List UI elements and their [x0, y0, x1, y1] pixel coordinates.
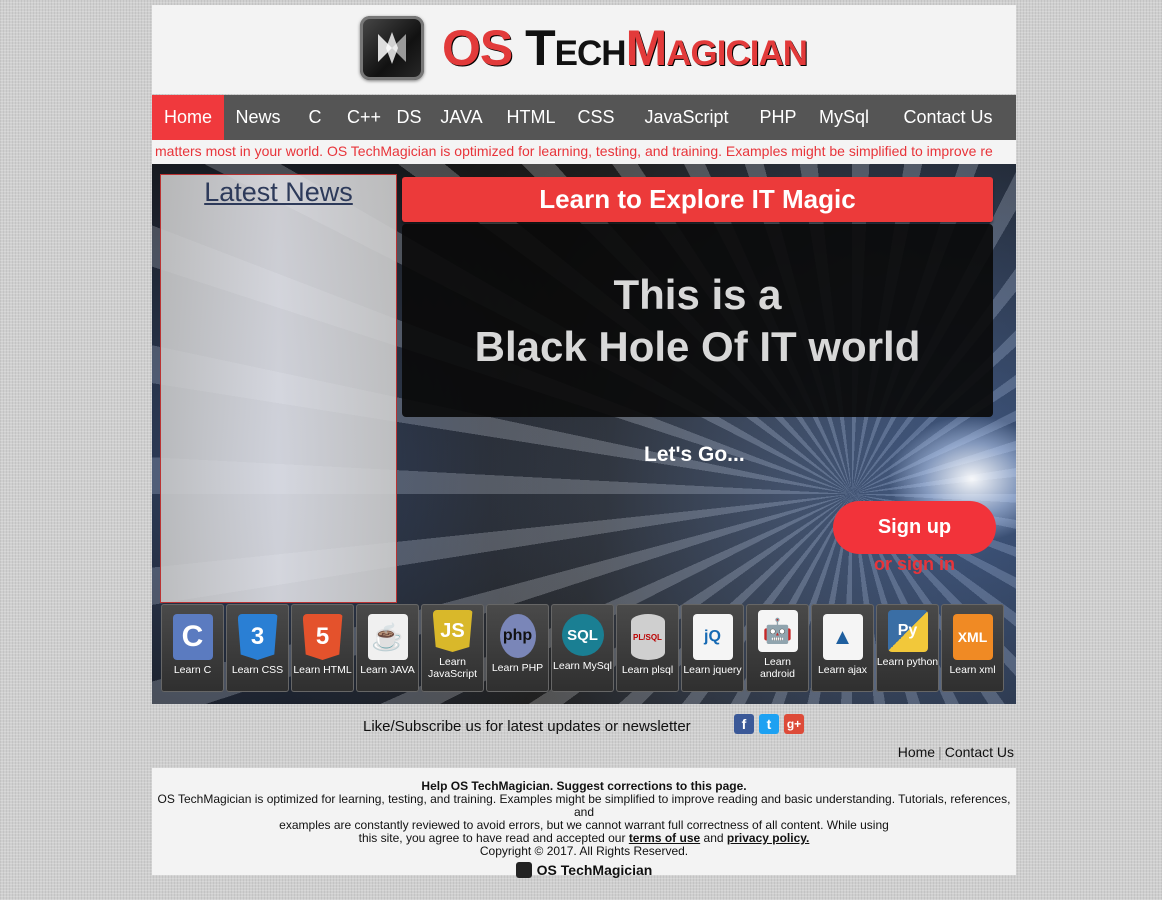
site-footer: Help OS TechMagician. Suggest correction… — [152, 768, 1016, 878]
nav-java[interactable]: JAVA — [428, 95, 495, 140]
nav-javascript[interactable]: JavaScript — [625, 95, 748, 140]
privacy-policy-link[interactable]: privacy policy. — [727, 831, 809, 845]
course-label: Learn MySql — [553, 660, 612, 672]
hero-banner: Learn to Explore IT Magic — [402, 177, 993, 222]
c-icon: C — [172, 614, 213, 660]
course-label: Learn ajax — [817, 664, 868, 676]
ticker-text: matters most in your world. OS TechMagic… — [155, 143, 993, 159]
footer-home-link[interactable]: Home — [898, 744, 935, 760]
js-icon: JS — [432, 610, 473, 652]
sign-up-button[interactable]: Sign up — [833, 501, 996, 554]
course-label: Learn plsql — [621, 664, 674, 676]
site-logo[interactable]: OS TechMagician — [360, 16, 808, 80]
jquery-icon: jQ — [692, 614, 733, 660]
python-icon: Py — [887, 610, 928, 652]
news-ticker: matters most in your world. OS TechMagic… — [152, 140, 1016, 164]
course-label: Learn android — [759, 656, 796, 680]
lets-go-text: Let's Go... — [644, 443, 745, 466]
course-label: Learn HTML — [293, 664, 352, 676]
course-label: Learn CSS — [231, 664, 284, 676]
php-icon: php — [499, 614, 536, 658]
java-icon: ☕ — [367, 614, 408, 660]
course-label: Learn xml — [949, 664, 996, 676]
footer-contact-link[interactable]: Contact Us — [945, 744, 1014, 760]
footer-logo: OS TechMagician — [152, 862, 1016, 878]
course-tile-jquery[interactable]: jQ Learn jquery — [681, 604, 744, 692]
nav-c[interactable]: C — [292, 95, 338, 140]
xml-icon: XML — [952, 614, 993, 660]
nav-php[interactable]: PHP — [748, 95, 808, 140]
course-label: Learn JavaScript — [427, 656, 478, 680]
logo-os: OS — [442, 20, 526, 76]
footer-link-separator: | — [938, 744, 942, 760]
ajax-icon: ▲ — [822, 614, 863, 660]
hero-section: Latest News Learn to Explore IT Magic Th… — [152, 164, 1016, 704]
nav-contact-us[interactable]: Contact Us — [880, 95, 1016, 140]
social-text: Like/Subscribe us for latest updates or … — [363, 718, 691, 735]
course-tile-xml[interactable]: XML Learn xml — [941, 604, 1004, 692]
course-tile-php[interactable]: php Learn PHP — [486, 604, 549, 692]
logo-text: OS TechMagician — [442, 20, 808, 76]
plsql-icon: PL/SQL — [630, 614, 665, 660]
nav-html[interactable]: HTML — [495, 95, 567, 140]
nav-home[interactable]: Home — [152, 95, 224, 140]
footer-logo-icon — [515, 862, 532, 878]
course-label: Learn jquery — [683, 664, 742, 676]
course-tile-mysql[interactable]: SQL Learn MySql — [551, 604, 614, 692]
latest-news-title[interactable]: Latest News — [161, 177, 396, 208]
course-strip: C Learn C 3 Learn CSS 5 Learn HTML ☕ Lea… — [161, 604, 1006, 694]
course-label: Learn python — [876, 656, 939, 668]
nav-mysql[interactable]: MySql — [808, 95, 880, 140]
social-bar: Like/Subscribe us for latest updates or … — [152, 704, 1016, 744]
hero-line-1: This is a — [613, 270, 782, 318]
course-tile-javascript[interactable]: JS Learn JavaScript — [421, 604, 484, 692]
page-container: OS TechMagician Home News C C++ DS JAVA … — [152, 5, 1016, 878]
course-tile-css[interactable]: 3 Learn CSS — [226, 604, 289, 692]
logo-mark-icon — [360, 16, 424, 80]
hero-line-2: Black Hole Of IT world — [474, 322, 921, 370]
sql-icon: SQL — [561, 614, 604, 656]
course-tile-android[interactable]: 🤖 Learn android — [746, 604, 809, 692]
nav-css[interactable]: CSS — [567, 95, 625, 140]
terms-of-use-link[interactable]: terms of use — [629, 831, 700, 845]
hero-headline-box: This is a Black Hole Of IT world — [402, 224, 993, 417]
logo-magician: Magician — [625, 20, 808, 76]
nav-news[interactable]: News — [224, 95, 292, 140]
nav-ds[interactable]: DS — [390, 95, 428, 140]
footer-links: Home | Contact Us — [152, 744, 1016, 760]
course-tile-html[interactable]: 5 Learn HTML — [291, 604, 354, 692]
site-header: OS TechMagician — [152, 5, 1016, 94]
css3-icon: 3 — [237, 614, 278, 660]
google-plus-icon[interactable]: g+ — [784, 714, 804, 734]
footer-copyright: Copyright © 2017. All Rights Reserved. — [479, 844, 689, 858]
course-tile-java[interactable]: ☕ Learn JAVA — [356, 604, 419, 692]
nav-cpp[interactable]: C++ — [338, 95, 390, 140]
course-label: Learn JAVA — [360, 664, 415, 676]
course-label: Learn PHP — [491, 662, 544, 674]
course-tile-plsql[interactable]: PL/SQL Learn plsql — [616, 604, 679, 692]
facebook-icon[interactable]: f — [734, 714, 754, 734]
course-label: Learn C — [173, 664, 212, 676]
sign-in-link[interactable]: or sign in — [874, 554, 955, 575]
course-tile-ajax[interactable]: ▲ Learn ajax — [811, 604, 874, 692]
footer-line-1: OS TechMagician is optimized for learnin… — [157, 792, 1011, 819]
course-tile-c[interactable]: C Learn C — [161, 604, 224, 692]
course-tile-python[interactable]: Py Learn python — [876, 604, 939, 692]
latest-news-panel: Latest News — [160, 174, 397, 603]
html5-icon: 5 — [302, 614, 343, 660]
twitter-icon[interactable]: t — [759, 714, 779, 734]
main-nav: Home News C C++ DS JAVA HTML CSS JavaScr… — [152, 95, 1016, 140]
logo-tech: Tech — [525, 20, 626, 76]
android-icon: 🤖 — [757, 610, 798, 652]
